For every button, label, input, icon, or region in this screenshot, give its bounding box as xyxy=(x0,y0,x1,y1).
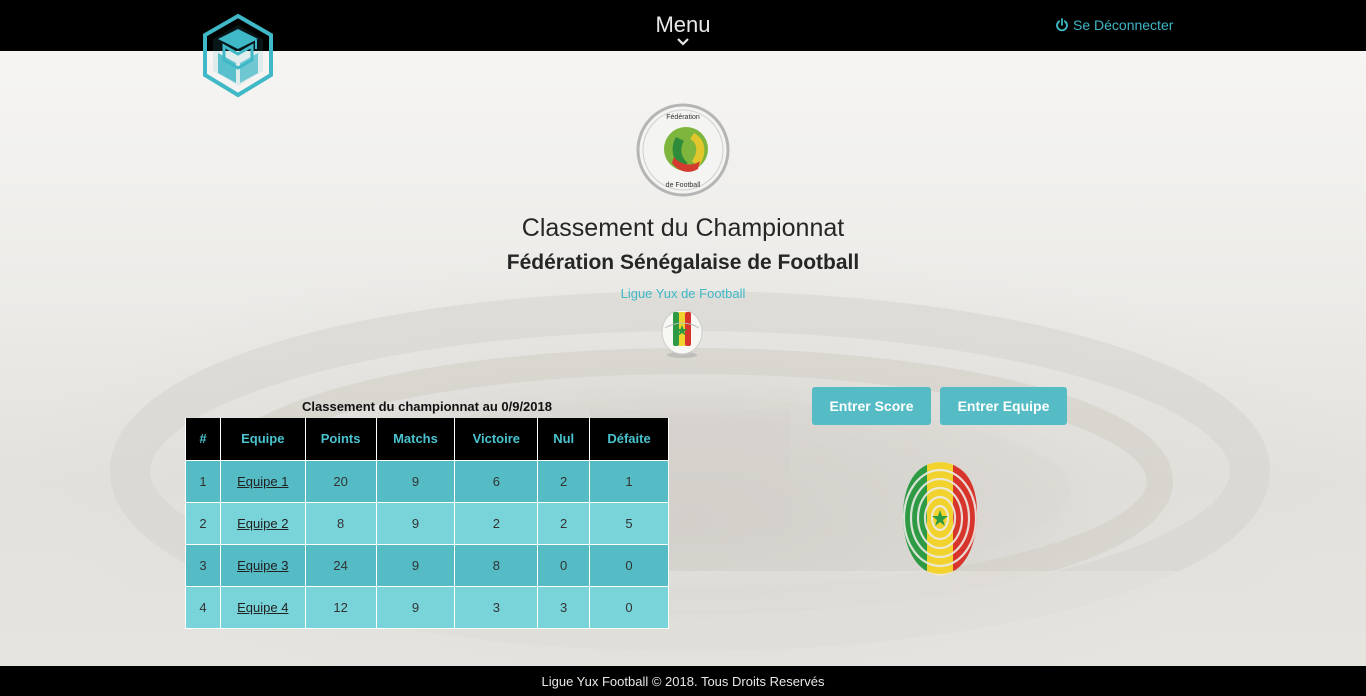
rank-cell: 1 xyxy=(185,459,221,503)
team-link[interactable]: Equipe 1 xyxy=(237,474,288,489)
points-cell: 20 xyxy=(304,459,377,503)
column-header-rank: # xyxy=(185,418,221,461)
losses-cell: 0 xyxy=(589,543,669,587)
losses-cell: 1 xyxy=(589,459,669,503)
matches-cell: 9 xyxy=(375,501,456,545)
fsf-emblem: Fédération de Football xyxy=(636,103,730,197)
svg-text:de Football: de Football xyxy=(666,182,701,189)
matches-cell: 9 xyxy=(375,585,456,629)
wins-cell: 8 xyxy=(454,543,539,587)
column-header-losses: Défaite xyxy=(589,418,669,461)
losses-cell: 5 xyxy=(589,501,669,545)
team-cell: Equipe 2 xyxy=(219,501,306,545)
rank-cell: 2 xyxy=(185,501,221,545)
matches-cell: 9 xyxy=(375,543,456,587)
league-name: Ligue Yux de Football xyxy=(620,286,746,301)
team-cell: Equipe 3 xyxy=(219,543,306,587)
rank-cell: 3 xyxy=(185,543,221,587)
chevron-down-icon[interactable] xyxy=(676,37,690,47)
senegal-ball-icon xyxy=(661,309,703,358)
rank-cell: 4 xyxy=(185,585,221,629)
column-header-draws: Nul xyxy=(537,418,591,461)
cube-graduation-cap-logo[interactable] xyxy=(202,13,274,101)
points-cell: 24 xyxy=(304,543,377,587)
logout-link[interactable]: Se Déconnecter xyxy=(1055,17,1173,33)
losses-cell: 0 xyxy=(589,585,669,629)
logout-label: Se Déconnecter xyxy=(1073,17,1174,33)
draws-cell: 0 xyxy=(537,543,591,587)
table-caption: Classement du championnat au 0/9/2018 xyxy=(302,399,552,414)
matches-cell: 9 xyxy=(375,459,456,503)
team-cell: Equipe 4 xyxy=(219,585,306,629)
team-link[interactable]: Equipe 2 xyxy=(237,516,288,531)
page-subtitle: Fédération Sénégalaise de Football xyxy=(506,251,860,274)
table-header-row: # Equipe Points Matchs Victoire Nul Défa… xyxy=(185,418,669,461)
points-cell: 12 xyxy=(304,585,377,629)
wins-cell: 2 xyxy=(454,501,539,545)
enter-score-button[interactable]: Entrer Score xyxy=(812,387,931,425)
table-row: 1 Equipe 1 20 9 6 2 1 xyxy=(185,459,669,503)
team-cell: Equipe 1 xyxy=(219,459,306,503)
column-header-wins: Victoire xyxy=(454,418,539,461)
footer-copyright: Ligue Yux Football © 2018. Tous Droits R… xyxy=(0,666,1366,696)
team-link[interactable]: Equipe 4 xyxy=(237,600,288,615)
column-header-team: Equipe xyxy=(219,418,306,461)
table-row: 4 Equipe 4 12 9 3 3 0 xyxy=(185,585,669,629)
table-row: 3 Equipe 3 24 9 8 0 0 xyxy=(185,543,669,587)
wins-cell: 6 xyxy=(454,459,539,503)
senegal-fingerprint-icon xyxy=(903,462,977,576)
svg-text:Fédération: Fédération xyxy=(666,114,700,121)
column-header-matches: Matchs xyxy=(375,418,456,461)
points-cell: 8 xyxy=(304,501,377,545)
power-icon xyxy=(1056,18,1068,32)
team-link[interactable]: Equipe 3 xyxy=(237,558,288,573)
wins-cell: 3 xyxy=(454,585,539,629)
enter-team-button[interactable]: Entrer Equipe xyxy=(940,387,1067,425)
standings-table: # Equipe Points Matchs Victoire Nul Défa… xyxy=(185,418,669,629)
table-row: 2 Equipe 2 8 9 2 2 5 xyxy=(185,501,669,545)
draws-cell: 2 xyxy=(537,459,591,503)
column-header-points: Points xyxy=(304,418,377,461)
draws-cell: 2 xyxy=(537,501,591,545)
draws-cell: 3 xyxy=(537,585,591,629)
page-title: Classement du Championnat xyxy=(521,214,845,242)
